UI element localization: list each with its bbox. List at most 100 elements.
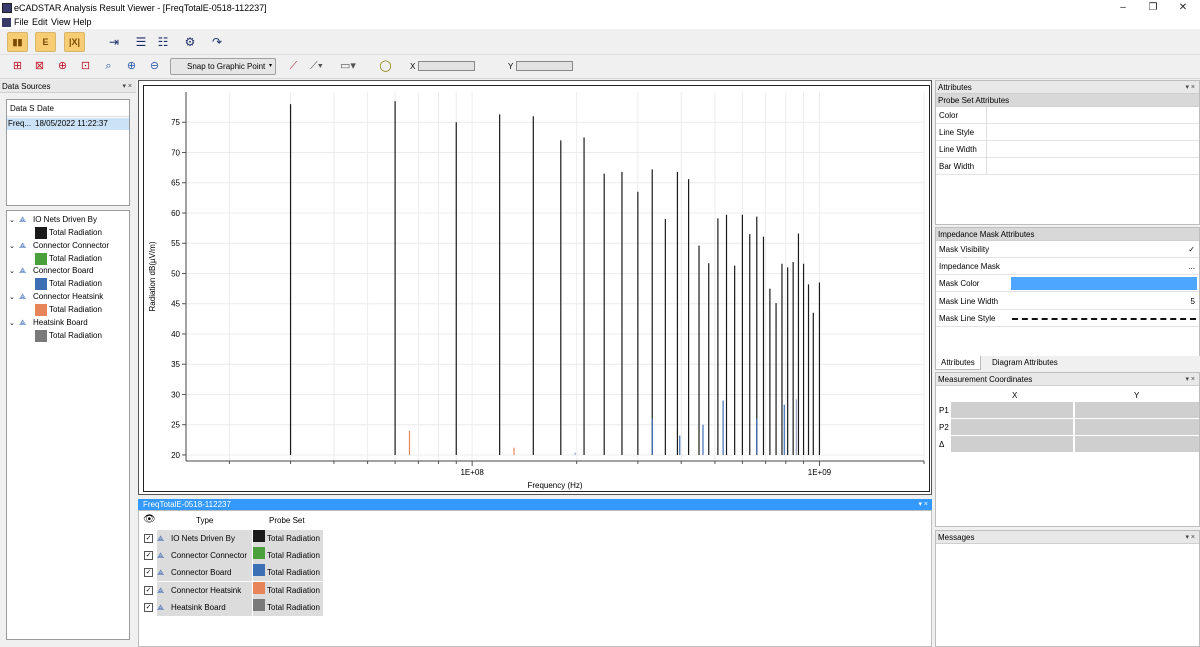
- menu-help[interactable]: Help: [73, 17, 92, 27]
- table-row[interactable]: ✓ ⟁ Connector Connector Total Radiation: [139, 547, 339, 565]
- zoom-out-icon[interactable]: ⊖: [147, 59, 162, 74]
- tree-node[interactable]: ⌄ ⟁ Connector Heatsink: [9, 291, 103, 303]
- line-style-icon[interactable]: ▭▾: [340, 59, 356, 74]
- menu-file[interactable]: File: [14, 17, 29, 27]
- measurement-y-cell[interactable]: [1075, 402, 1199, 418]
- mask-color-swatch[interactable]: [1011, 277, 1197, 291]
- restore-button[interactable]: ❐: [1138, 1, 1168, 15]
- tree-child[interactable]: Total Radiation: [35, 278, 102, 291]
- minimize-button[interactable]: –: [1108, 1, 1138, 15]
- measurement-row[interactable]: P1: [936, 402, 1199, 419]
- eye-icon[interactable]: 👁: [143, 514, 156, 525]
- pin-icon[interactable]: ▾ ×: [1185, 531, 1195, 544]
- measurement-x-cell[interactable]: [951, 419, 1073, 435]
- visibility-checkbox[interactable]: ✓: [144, 585, 153, 595]
- table-row[interactable]: ✓ ⟁ Heatsink Board Total Radiation: [139, 598, 339, 616]
- measurement-x-cell[interactable]: [951, 436, 1073, 452]
- net-type-icon: ⟁: [19, 266, 27, 276]
- measurement-x-cell[interactable]: [951, 402, 1073, 418]
- menu-view[interactable]: View: [51, 17, 70, 27]
- chart-area[interactable]: 20 25 30 35 40 45 50 55 60 65 70 75 1E+08 1E+09 Freque…: [143, 85, 930, 492]
- tab-diagram-attributes[interactable]: Diagram Attributes: [987, 356, 1063, 370]
- bar-chart-icon[interactable]: ▮▮: [7, 32, 28, 52]
- probe-icon[interactable]: ↷: [209, 34, 225, 50]
- attribute-row[interactable]: Bar Width: [936, 158, 1199, 175]
- close-button[interactable]: ✕: [1168, 1, 1198, 15]
- chevron-down-icon[interactable]: ⌄: [9, 215, 19, 227]
- x-coord-label: X: [410, 62, 416, 71]
- radiation-chart[interactable]: 20 25 30 35 40 45 50 55 60 65 70 75 1E+08 1E+09 Freque…: [144, 86, 931, 493]
- pin-icon[interactable]: ▾ ×: [1185, 373, 1195, 386]
- table-row[interactable]: ✓ ⟁ Connector Heatsink Total Radiation: [139, 581, 339, 599]
- main-toolbar: ▮▮ E |X| ⇥ ☰ ☷ ⚙ ↷: [0, 29, 1200, 55]
- data-sources-header-row: Data S Date: [7, 100, 129, 117]
- attribute-row[interactable]: Line Width: [936, 141, 1199, 158]
- color-swatch: [35, 278, 47, 291]
- ellipse-icon[interactable]: ◯: [378, 59, 393, 74]
- export-icon[interactable]: ☰: [133, 34, 149, 50]
- zoom-marker-icon[interactable]: ⊕: [55, 59, 70, 74]
- visibility-checkbox[interactable]: ✓: [144, 551, 153, 561]
- pin-icon[interactable]: ▾ ×: [1185, 81, 1195, 94]
- table-row[interactable]: ✓ ⟁ Connector Board Total Radiation: [139, 564, 339, 582]
- mask-line-style-preview[interactable]: [1012, 317, 1196, 320]
- tree-child[interactable]: Total Radiation: [35, 227, 102, 239]
- pin-icon[interactable]: ▾ ×: [918, 499, 928, 510]
- data-source-row[interactable]: Freq... 18/05/2022 11:22:37: [7, 118, 129, 130]
- tree-child[interactable]: Total Radiation: [35, 329, 102, 342]
- impedance-row[interactable]: Mask Line Style: [936, 310, 1199, 327]
- tab-attributes[interactable]: Attributes: [935, 356, 981, 370]
- net-type-icon: ⟁: [157, 534, 165, 543]
- impedance-value[interactable]: 5: [1191, 293, 1195, 310]
- tree-node[interactable]: ⌄ ⟁ IO Nets Driven By: [9, 214, 97, 226]
- measurement-y-cell[interactable]: [1075, 419, 1199, 435]
- impedance-row[interactable]: Mask Color: [936, 275, 1199, 293]
- tree-node[interactable]: ⌄ ⟁ Heatsink Board: [9, 317, 88, 329]
- impedance-row[interactable]: Mask Visibility ✓: [936, 241, 1199, 258]
- impedance-row[interactable]: Impedance Mask...: [936, 258, 1199, 276]
- y-coord-field[interactable]: [516, 61, 573, 71]
- menu-edit[interactable]: Edit: [32, 17, 48, 27]
- table-row[interactable]: ✓ ⟁ IO Nets Driven By Total Radiation: [139, 530, 339, 547]
- col-data-source[interactable]: Data S: [10, 100, 34, 117]
- visibility-checkbox[interactable]: ✓: [144, 568, 153, 578]
- impedance-value[interactable]: ...: [1188, 258, 1195, 275]
- col-type[interactable]: Type: [196, 516, 213, 525]
- zoom-in-icon[interactable]: ⊕: [124, 59, 139, 74]
- visibility-checkbox[interactable]: ✓: [144, 534, 153, 543]
- zoom-extent-icon[interactable]: ⊡: [78, 59, 93, 74]
- fit-selection-icon[interactable]: ⊠: [32, 59, 47, 74]
- visibility-checkbox[interactable]: ✓: [144, 602, 153, 612]
- chevron-down-icon[interactable]: ⌄: [9, 292, 19, 304]
- impedance-icon[interactable]: |X|: [64, 32, 85, 52]
- tree-child[interactable]: Total Radiation: [35, 252, 102, 265]
- pin-icon[interactable]: ▾ ×: [122, 80, 132, 93]
- x-coord-field[interactable]: [418, 61, 475, 71]
- measure-icon[interactable]: ⟋▾: [309, 59, 324, 74]
- col-date[interactable]: Date: [37, 100, 54, 117]
- measurement-row[interactable]: Δ: [936, 436, 1199, 453]
- impedance-value[interactable]: ✓: [1188, 241, 1195, 258]
- export-all-icon[interactable]: ☷: [155, 34, 171, 50]
- measurement-y-cell[interactable]: [1075, 436, 1199, 452]
- zoom-window-icon[interactable]: ⌕: [101, 59, 116, 74]
- chevron-down-icon[interactable]: ⌄: [9, 318, 19, 330]
- attribute-row[interactable]: Color: [936, 107, 1199, 124]
- attribute-row[interactable]: Line Style: [936, 124, 1199, 141]
- import-icon[interactable]: ⇥: [106, 34, 122, 50]
- attribute-tabs: Attributes Diagram Attributes: [935, 356, 1200, 370]
- chevron-down-icon[interactable]: ⌄: [9, 266, 19, 278]
- impedance-row[interactable]: Mask Line Width 5: [936, 293, 1199, 310]
- fit-all-icon[interactable]: ⊞: [10, 59, 25, 74]
- tree-node[interactable]: ⌄ ⟁ Connector Connector: [9, 240, 109, 252]
- measurement-row[interactable]: P2: [936, 419, 1199, 436]
- tree-node[interactable]: ⌄ ⟁ Connector Board: [9, 265, 93, 277]
- tree-child-label: Total Radiation: [49, 279, 102, 289]
- gear-icon[interactable]: ⚙: [182, 34, 198, 50]
- col-probe-set[interactable]: Probe Set: [269, 516, 305, 525]
- tree-child[interactable]: Total Radiation: [35, 304, 102, 317]
- snap-dropdown[interactable]: Snap to Graphic Point ▾: [170, 58, 276, 75]
- ruler-icon[interactable]: ⟋: [286, 59, 301, 74]
- chevron-down-icon[interactable]: ⌄: [9, 241, 19, 253]
- e-field-icon[interactable]: E: [35, 32, 56, 52]
